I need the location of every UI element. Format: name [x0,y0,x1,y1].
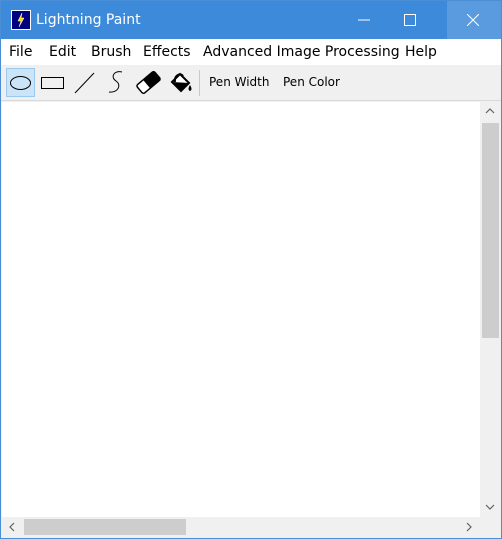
rectangle-tool-button[interactable] [38,68,67,97]
menu-bar: File Edit Brush Effects Advanced Image P… [1,39,501,65]
lightning-app-icon [11,10,31,30]
title-bar[interactable]: Lightning Paint [1,1,501,39]
freehand-curve-icon [108,71,123,93]
line-icon [74,72,95,94]
window-title: Lightning Paint [36,12,141,28]
horizontal-scrollbar[interactable] [1,517,480,537]
vertical-scrollbar[interactable] [480,101,500,517]
freehand-tool-button[interactable] [102,68,131,97]
pen-color-button[interactable]: Pen Color [283,74,340,90]
fill-tool-button[interactable] [166,68,195,97]
close-icon [467,14,479,26]
toolbar-separator [199,70,200,96]
paint-bucket-icon [170,72,192,93]
ellipse-icon [10,76,31,90]
drawing-canvas[interactable] [2,102,480,517]
close-button[interactable] [447,1,501,39]
scroll-right-arrow-icon[interactable] [464,522,474,532]
scrollbar-corner [480,517,500,537]
menu-brush[interactable]: Brush [91,43,131,61]
scroll-down-arrow-icon[interactable] [485,502,495,512]
scroll-left-arrow-icon[interactable] [7,522,17,532]
ellipse-tool-button[interactable] [6,68,35,97]
pen-width-button[interactable]: Pen Width [209,74,269,90]
menu-advanced-image-processing[interactable]: Advanced Image Processing [203,43,400,61]
menu-file[interactable]: File [9,43,32,61]
line-tool-button[interactable] [70,68,99,97]
rectangle-icon [41,77,64,89]
toolbar: Pen Width Pen Color [1,65,501,101]
maximize-button[interactable] [387,1,433,39]
vertical-scroll-thumb[interactable] [482,123,499,338]
minimize-button[interactable] [341,1,387,39]
eraser-icon [136,70,161,95]
maximize-icon [404,14,416,26]
minimize-icon [358,19,370,21]
app-window: Lightning Paint File Edit Brush Effects … [0,0,502,539]
eraser-tool-button[interactable] [134,68,163,97]
horizontal-scroll-thumb[interactable] [24,519,186,535]
menu-effects[interactable]: Effects [143,43,191,61]
menu-help[interactable]: Help [405,43,437,61]
menu-edit[interactable]: Edit [49,43,76,61]
scroll-up-arrow-icon[interactable] [485,106,495,116]
